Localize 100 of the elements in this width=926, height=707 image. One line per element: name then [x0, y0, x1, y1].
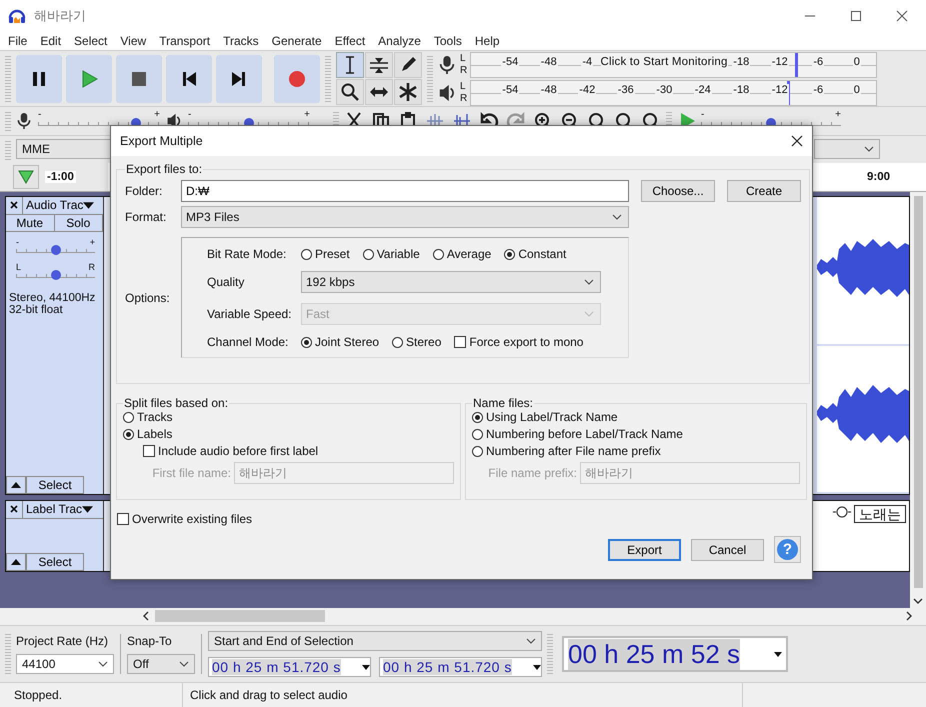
group-title: Split files based on:: [123, 396, 230, 410]
microphone-icon[interactable]: [438, 54, 456, 74]
field-label: Folder:: [125, 184, 164, 198]
folder-field[interactable]: D:₩: [181, 180, 629, 202]
snap-to-label: Snap-To: [127, 634, 173, 648]
magnifier-icon: [340, 82, 360, 102]
menu-item[interactable]: File: [8, 34, 28, 48]
track-name-menu[interactable]: Audio Trac: [23, 198, 84, 212]
menu-item[interactable]: Transport: [159, 34, 210, 48]
select-button[interactable]: Select: [26, 476, 84, 494]
radio-option[interactable]: Numbering after File name prefix: [472, 444, 661, 458]
menu-item[interactable]: Effect: [334, 34, 366, 48]
tool-button[interactable]: [336, 79, 364, 105]
field-label: Quality: [207, 275, 246, 289]
chevron-down-icon: [584, 311, 594, 317]
quality-dropdown[interactable]: 192 kbps: [301, 271, 601, 293]
choose-button[interactable]: Choose...: [641, 180, 715, 202]
select-button[interactable]: Select: [26, 552, 84, 571]
level-meter[interactable]: -54 -48 -42 -36 -30 -24 -18 -12 -6 0: [470, 80, 877, 106]
field-label: File name prefix:: [488, 466, 577, 480]
slider-max-label: +: [154, 110, 160, 120]
slider-min-label: -: [16, 238, 19, 247]
radio-option[interactable]: Numbering before Label/Track Name: [472, 427, 683, 441]
checkbox-option[interactable]: Include audio before first label: [143, 444, 318, 458]
group-title: Name files:: [472, 396, 534, 410]
slider-max-label: +: [304, 110, 310, 120]
menu-item[interactable]: Analyze: [378, 34, 421, 48]
checkbox-option[interactable]: Overwrite existing files: [117, 512, 252, 526]
radio-option[interactable]: Labels: [123, 427, 172, 441]
down-triangle-icon: [18, 170, 34, 184]
menu-item[interactable]: Tracks: [223, 34, 259, 48]
radio-option[interactable]: Constant: [504, 247, 566, 261]
radio-option[interactable]: Using Label/Track Name: [472, 410, 618, 424]
horizontal-scrollbar[interactable]: [0, 608, 926, 626]
scroll-left-icon[interactable]: [143, 611, 149, 622]
play-head-button[interactable]: [13, 164, 39, 189]
audio-position-time[interactable]: 00 h 25 m 52 s: [568, 638, 740, 670]
format-dropdown[interactable]: MP3 Files: [181, 206, 629, 228]
transport-button[interactable]: [216, 54, 262, 102]
transport-button[interactable]: [16, 54, 62, 102]
track-label[interactable]: 노래는: [854, 504, 906, 523]
radio-option[interactable]: Preset: [301, 247, 350, 261]
meter-tick-label: -12: [770, 84, 789, 104]
dialog-button[interactable]: Cancel: [691, 539, 764, 561]
close-icon[interactable]: [791, 135, 803, 147]
tool-button[interactable]: [365, 79, 393, 105]
radio-option[interactable]: Stereo: [392, 335, 442, 349]
maximize-icon[interactable]: [850, 10, 862, 22]
slider-max-label: +: [835, 110, 841, 120]
radio-option[interactable]: Joint Stereo: [301, 335, 380, 349]
channel-label: L: [460, 52, 467, 64]
group-title: Export files to:: [125, 162, 204, 176]
mute-button[interactable]: Mute: [6, 214, 54, 232]
channel-label: L: [460, 80, 467, 92]
label-handle-icon[interactable]: [832, 504, 852, 519]
create-button[interactable]: Create: [727, 180, 801, 202]
tool-button[interactable]: [336, 52, 364, 78]
slider-min-label: -: [701, 110, 704, 120]
close-icon[interactable]: [896, 10, 908, 22]
radio-option[interactable]: Variable: [362, 247, 420, 261]
chevron-down-icon: [584, 279, 594, 285]
checkbox-option[interactable]: Force export to mono: [454, 335, 584, 349]
slider-min-label: -: [188, 110, 192, 120]
field-label: Options:: [125, 290, 171, 304]
caret-icon[interactable]: [774, 652, 782, 657]
solo-button[interactable]: Solo: [54, 214, 103, 232]
dropdown-triangle-icon[interactable]: [82, 506, 94, 513]
chevron-down-icon: [864, 146, 874, 152]
dropdown-triangle-icon[interactable]: [83, 202, 94, 209]
selection-mode-dropdown[interactable]: Start and End of Selection: [208, 631, 542, 652]
radio-option[interactable]: Tracks: [123, 410, 173, 424]
tool-button[interactable]: [365, 52, 393, 78]
menu-item[interactable]: Select: [74, 34, 108, 48]
dialog-button[interactable]: Export: [608, 539, 681, 561]
transport-button[interactable]: [166, 54, 212, 102]
menu-item[interactable]: Help: [474, 34, 500, 48]
tool-button[interactable]: [394, 52, 422, 78]
menu-item[interactable]: Generate: [272, 34, 322, 48]
level-meter[interactable]: -54 -48 -4 Click to Start Monitoring -18 -12 -6 0: [470, 52, 877, 78]
track-name-menu[interactable]: Label Trac: [23, 502, 82, 516]
snap-to-dropdown[interactable]: Off: [127, 654, 195, 674]
tool-button[interactable]: [394, 79, 422, 105]
collapse-button[interactable]: [6, 476, 26, 494]
menu-item[interactable]: Edit: [40, 34, 62, 48]
track-info: Stereo, 44100Hz 32-bit float: [8, 292, 96, 316]
envelope-icon: [369, 55, 389, 75]
menu-item[interactable]: View: [120, 34, 146, 48]
speaker-icon[interactable]: [438, 82, 456, 102]
collapse-button[interactable]: [6, 552, 26, 571]
radio-option[interactable]: Average: [432, 247, 492, 261]
up-triangle-icon: [11, 558, 21, 565]
scroll-right-icon[interactable]: [906, 611, 912, 622]
vertical-scrollbar[interactable]: [910, 192, 926, 608]
status-text: Stopped.: [0, 683, 183, 707]
scroll-down-icon[interactable]: [913, 598, 923, 604]
chevron-down-icon: [526, 638, 536, 644]
project-rate-dropdown[interactable]: 44100: [16, 654, 114, 674]
field-label: Format:: [125, 210, 168, 224]
menu-item[interactable]: Tools: [434, 34, 462, 48]
help-button[interactable]: ?: [774, 536, 801, 563]
